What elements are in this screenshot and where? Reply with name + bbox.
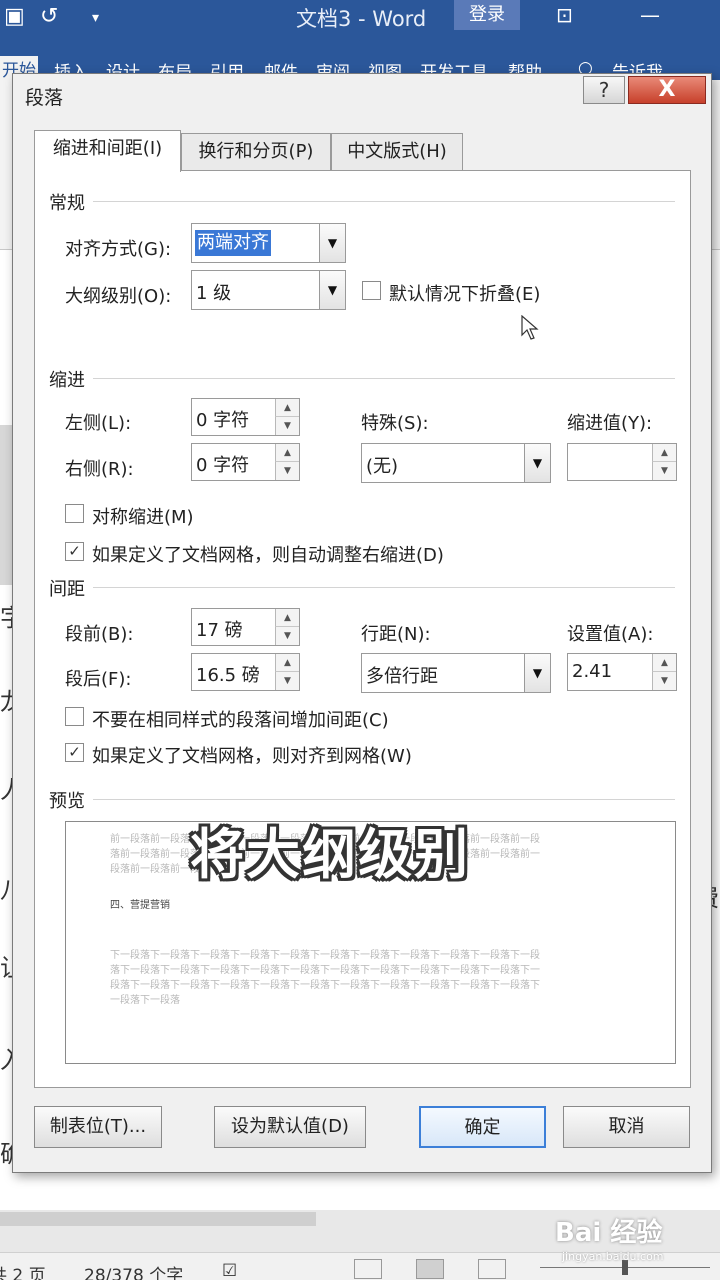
indent-by-spinner[interactable]: ▲ ▼ [567,443,677,481]
save-icon[interactable]: ▣ [4,4,25,29]
line-spacing-value: 多倍行距 [366,666,438,687]
divider [93,378,675,379]
spacing-heading: 间距 [49,579,85,600]
spacing-after-value: 16.5 磅 [196,665,260,686]
minimize-icon[interactable]: — [640,3,660,27]
close-button[interactable]: X [628,76,706,104]
spin-up-icon[interactable]: ▲ [275,654,299,672]
page-count[interactable]: 共 2 页 [0,1261,46,1280]
auto-adjust-right-indent-checkbox[interactable]: ✓ [65,542,84,561]
spacing-after-spinner[interactable]: 16.5 磅 ▲ ▼ [191,653,300,691]
chevron-down-icon[interactable]: ▼ [319,271,345,309]
no-space-same-style-checkbox[interactable] [65,707,84,726]
chevron-down-icon[interactable]: ▼ [524,444,550,482]
line-spacing-label: 行距(N): [361,624,431,645]
help-button[interactable]: ? [583,76,625,104]
indentation-heading: 缩进 [49,370,85,391]
preview-next-line: 一段落下一段落 [110,995,180,1006]
spin-up-icon[interactable]: ▲ [652,654,676,672]
spacing-before-value: 17 磅 [196,620,243,641]
chevron-down-icon[interactable]: ▼ [524,654,550,692]
outline-level-label: 大纲级别(O): [65,286,172,307]
print-layout-icon[interactable] [416,1259,444,1279]
tabs-button[interactable]: 制表位(T)... [34,1106,162,1148]
preview-next-line: 段落下一段落下一段落下一段落下一段落下一段落下一段落下一段落下一段落下一段落下一… [110,980,540,991]
customize-qa-icon[interactable]: ▾ [92,10,99,26]
tab-line-and-page-breaks[interactable]: 换行和分页(P) [181,133,331,170]
divider [93,587,675,588]
tab-asian-typography[interactable]: 中文版式(H) [331,133,463,170]
dialog-title: 段落 [25,87,64,109]
line-spacing-at-label: 设置值(A): [567,624,654,645]
special-indent-label: 特殊(S): [361,413,429,434]
spin-down-icon[interactable]: ▼ [275,672,299,690]
mouse-pointer-icon [521,315,539,340]
cancel-button[interactable]: 取消 [563,1106,690,1148]
spin-down-icon[interactable]: ▼ [275,462,299,480]
preview-next-line: 落下一段落下一段落下一段落下一段落下一段落下一段落下一段落下一段落下一段落下一段… [110,965,540,976]
outline-level-value: 1 级 [196,283,232,304]
auto-adjust-right-indent-label[interactable]: 如果定义了文档网格，则自动调整右缩进(D) [92,541,444,567]
indent-left-label: 左侧(L): [65,413,132,434]
general-heading: 常规 [49,193,85,214]
indent-right-spinner[interactable]: 0 字符 ▲ ▼ [191,443,300,481]
special-indent-select[interactable]: (无) ▼ [361,443,551,483]
spin-down-icon[interactable]: ▼ [275,627,299,645]
proofing-icon[interactable]: ☑ [222,1261,237,1280]
divider [93,799,675,800]
indent-left-spinner[interactable]: 0 字符 ▲ ▼ [191,398,300,436]
window-title: 文档3 - Word [296,7,427,31]
no-space-same-style-label[interactable]: 不要在相同样式的段落间增加间距(C) [92,706,389,732]
spin-up-icon[interactable]: ▲ [275,609,299,627]
ribbon-display-icon[interactable]: ⊡ [556,3,573,27]
baidu-watermark-url: jingyan.baidu.com [562,1250,664,1263]
divider [93,201,675,202]
spin-down-icon[interactable]: ▼ [652,672,676,690]
special-indent-value: (无) [366,456,399,477]
set-as-default-button[interactable]: 设为默认值(D) [214,1106,366,1148]
alignment-select[interactable]: 两端对齐 ▼ [191,223,346,263]
baidu-watermark-logo: Bai 经验 [555,1218,663,1248]
paragraph-dialog: 段落 ? X 缩进和间距(I) 换行和分页(P) 中文版式(H) 常规 对齐方式… [12,73,712,1173]
spin-up-icon[interactable]: ▲ [275,444,299,462]
alignment-label: 对齐方式(G): [65,239,172,260]
spacing-after-label: 段后(F): [65,669,132,690]
outline-level-select[interactable]: 1 级 ▼ [191,270,346,310]
mirror-indents-label[interactable]: 对称缩进(M) [92,503,194,529]
spin-up-icon[interactable]: ▲ [275,399,299,417]
horizontal-scrollbar[interactable] [0,1212,316,1226]
collapse-by-default-checkbox[interactable] [362,281,381,300]
undo-icon[interactable]: ↺ [40,4,58,29]
video-caption: 将大纲级别 [190,823,470,886]
line-spacing-select[interactable]: 多倍行距 ▼ [361,653,551,693]
snap-to-grid-checkbox[interactable]: ✓ [65,743,84,762]
login-button[interactable]: 登录 [454,0,520,30]
preview-heading: 预览 [49,791,85,812]
preview-next-line: 下一段落下一段落下一段落下一段落下一段落下一段落下一段落下一段落下一段落下一段落… [110,950,540,961]
web-layout-icon[interactable] [478,1259,506,1279]
collapse-by-default-label[interactable]: 默认情况下折叠(E) [389,280,540,306]
line-spacing-at-value: 2.41 [572,661,613,682]
spacing-before-label: 段前(B): [65,624,134,645]
alignment-value: 两端对齐 [195,230,271,256]
spin-down-icon[interactable]: ▼ [652,462,676,480]
ok-button[interactable]: 确定 [419,1106,546,1148]
spacing-before-spinner[interactable]: 17 磅 ▲ ▼ [191,608,300,646]
indent-right-value: 0 字符 [196,455,250,476]
mirror-indents-checkbox[interactable] [65,504,84,523]
spin-up-icon[interactable]: ▲ [652,444,676,462]
tab-indents-and-spacing[interactable]: 缩进和间距(I) [34,130,181,172]
chevron-down-icon[interactable]: ▼ [319,224,345,262]
word-title-bar: ▣ ↺ ▾ 文档3 - Word 登录 ⊡ — [0,0,720,50]
line-spacing-at-spinner[interactable]: 2.41 ▲ ▼ [567,653,677,691]
spin-down-icon[interactable]: ▼ [275,417,299,435]
read-mode-icon[interactable] [354,1259,382,1279]
indent-right-label: 右侧(R): [65,459,134,480]
preview-paragraph: 四、营提营销 [110,900,170,911]
word-count[interactable]: 28/378 个字 [84,1261,183,1280]
snap-to-grid-label[interactable]: 如果定义了文档网格，则对齐到网格(W) [92,742,412,768]
indent-by-label: 缩进值(Y): [567,413,653,434]
indent-left-value: 0 字符 [196,410,250,431]
